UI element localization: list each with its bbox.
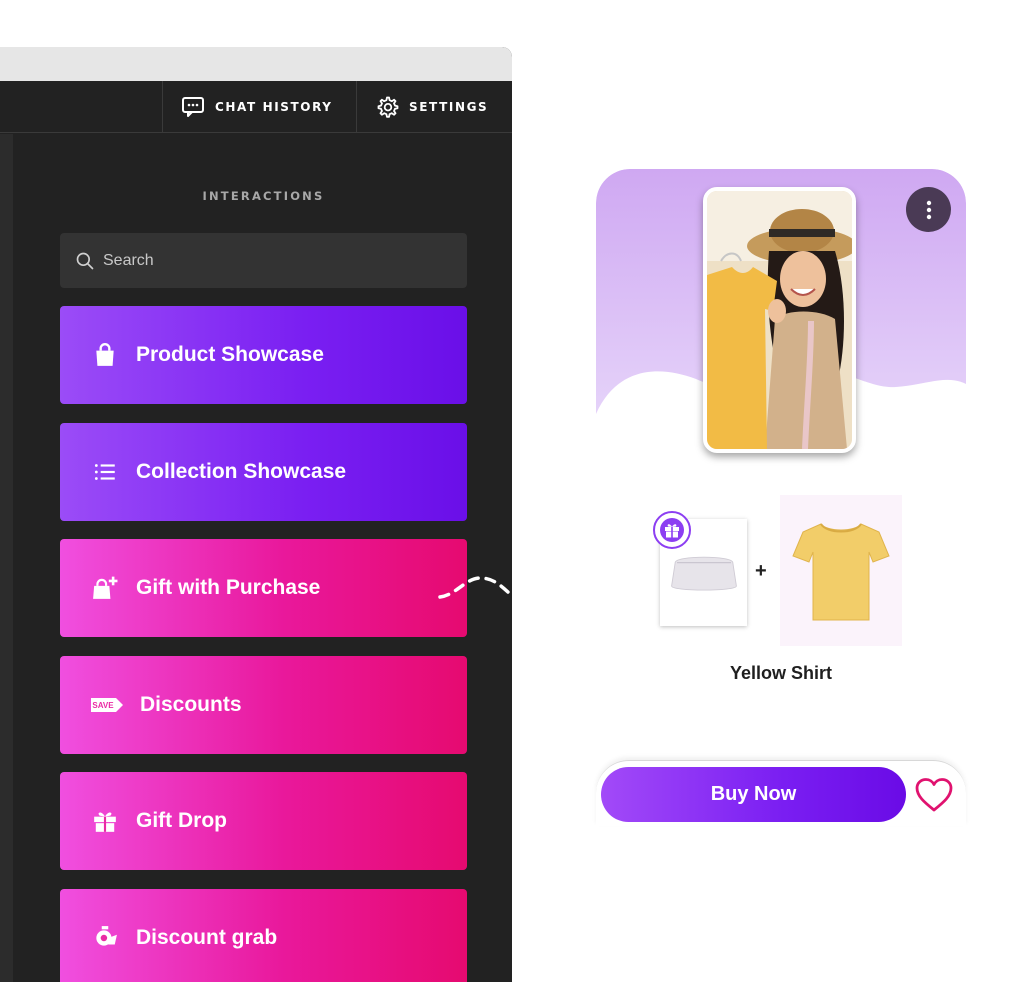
interaction-label: Discounts <box>140 693 242 716</box>
settings-button[interactable]: SETTINGS <box>356 81 512 132</box>
side-strip <box>0 134 13 982</box>
search-box[interactable] <box>60 233 467 288</box>
save-tag-icon: SAVE <box>90 690 124 720</box>
interaction-discount-grab[interactable]: Discount grab <box>60 889 467 982</box>
interaction-discounts[interactable]: SAVE Discounts <box>60 656 467 754</box>
dashed-connector <box>438 576 514 599</box>
top-toolbar: CHAT HISTORY SETTINGS <box>0 81 512 133</box>
panel-title: INTERACTIONS <box>202 189 325 203</box>
preview-card <box>596 169 966 469</box>
interaction-gift-drop[interactable]: Gift Drop <box>60 772 467 870</box>
search-input[interactable] <box>103 251 443 270</box>
product-name: Yellow Shirt <box>729 663 833 683</box>
buy-now-button[interactable]: Buy Now <box>601 767 906 822</box>
heart-icon[interactable] <box>914 777 954 813</box>
yellow-shirt-image <box>792 522 890 620</box>
chat-history-button[interactable]: CHAT HISTORY <box>162 81 356 132</box>
gift-icon <box>660 518 684 542</box>
app-root: CHAT HISTORY SETTINGS INTERACTIONS Searc… <box>0 0 1012 982</box>
main-product-card[interactable] <box>780 495 902 646</box>
window-titlebar <box>0 47 512 81</box>
interaction-label: Collection Showcase <box>136 460 347 483</box>
interaction-label: Gift with Purchase <box>136 576 321 599</box>
interaction-label: Discount grab <box>136 926 278 949</box>
interaction-collection-showcase[interactable]: Collection Showcase <box>60 423 467 521</box>
interaction-gift-with-purchase[interactable]: Gift with Purchase <box>60 539 467 637</box>
shopping-bag-icon <box>90 340 120 370</box>
model-photo <box>707 191 852 449</box>
gift-icon <box>90 806 120 836</box>
gift-bag-plus-icon <box>90 573 120 603</box>
plus-sign: + <box>755 560 767 582</box>
interaction-label: Gift Drop <box>136 809 227 832</box>
video-thumbnail[interactable] <box>703 187 856 453</box>
settings-label: SETTINGS <box>409 99 489 114</box>
chat-history-label: CHAT HISTORY <box>215 99 333 114</box>
editor-window: CHAT HISTORY SETTINGS INTERACTIONS Searc… <box>0 47 512 982</box>
list-icon <box>90 457 120 487</box>
chat-bubble-icon <box>182 96 204 117</box>
gear-icon <box>377 96 399 118</box>
pouch-image <box>670 556 737 591</box>
save-tag-text: SAVE <box>92 701 114 710</box>
more-vertical-icon <box>926 200 931 219</box>
buy-now-label: Buy Now <box>710 783 797 805</box>
grab-claw-icon <box>90 923 120 953</box>
more-options-button[interactable] <box>906 187 951 232</box>
gift-badge <box>653 511 691 549</box>
search-icon <box>76 252 94 269</box>
interaction-label: Product Showcase <box>136 343 324 366</box>
interaction-product-showcase[interactable]: Product Showcase <box>60 306 467 404</box>
